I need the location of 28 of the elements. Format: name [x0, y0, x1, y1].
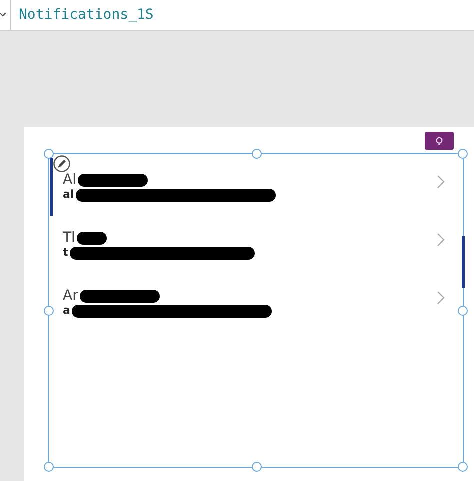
item-subtitle: a	[63, 304, 70, 318]
edit-icon[interactable]	[53, 155, 71, 173]
resize-handle[interactable]	[458, 306, 468, 316]
resize-handle[interactable]	[44, 306, 54, 316]
control-name: Notifications_1S	[19, 7, 154, 23]
resize-handle[interactable]	[458, 149, 468, 159]
chevron-right-icon[interactable]	[437, 233, 445, 247]
item-title: Al	[63, 172, 76, 188]
chevron-right-icon[interactable]	[437, 291, 445, 305]
gallery-item[interactable]: Tl t	[50, 216, 463, 274]
item-title: Tl	[63, 230, 76, 246]
resize-handle[interactable]	[44, 149, 54, 159]
gallery-item[interactable]: Ar a	[50, 274, 463, 332]
scrollbar[interactable]	[462, 236, 465, 288]
caret-icon[interactable]	[0, 13, 6, 17]
redaction-mark	[78, 174, 148, 186]
item-title: Ar	[63, 288, 78, 304]
resize-handle[interactable]	[44, 462, 54, 472]
item-subtitle: t	[63, 246, 68, 260]
lightbulb-icon	[435, 136, 444, 146]
resize-handle[interactable]	[458, 462, 468, 472]
redaction-mark	[77, 232, 108, 244]
resize-handle[interactable]	[252, 149, 262, 159]
resize-handle[interactable]	[252, 462, 262, 472]
item-subtitle: al	[63, 188, 74, 202]
chevron-right-icon[interactable]	[437, 175, 445, 189]
gallery-item[interactable]: Al al	[50, 158, 463, 216]
ideas-button[interactable]	[425, 132, 454, 150]
